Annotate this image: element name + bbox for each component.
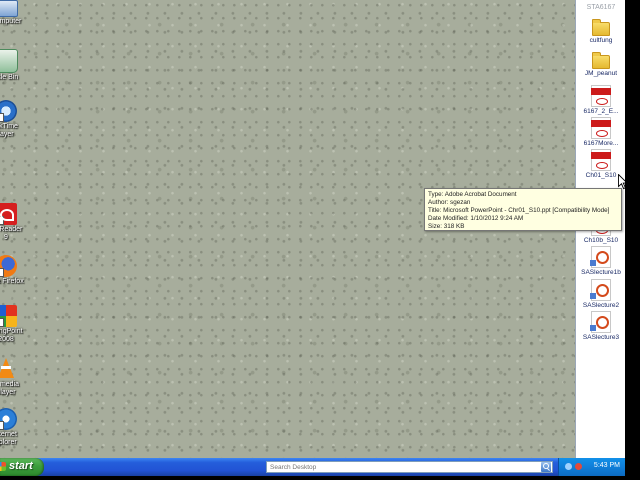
desktop-icon-label: Computer	[0, 18, 22, 25]
desktop-icon-label-line2: xplorer	[0, 439, 17, 446]
clock[interactable]: 5:43 PM	[594, 462, 620, 469]
adobe-reader-icon	[0, 203, 17, 225]
system-tray: 5:43 PM	[558, 458, 626, 476]
quicktime-icon	[0, 100, 17, 122]
internet-explorer-icon	[0, 408, 17, 430]
desktop-icon-firefox[interactable]: zilla Firefox	[0, 255, 34, 286]
ppt-file-icon	[590, 311, 611, 333]
tooltip-size: Size: 318 KB	[428, 223, 465, 230]
start-button[interactable]: start	[0, 458, 44, 476]
file-item-saslecture2[interactable]: SASlecture2	[576, 279, 626, 310]
recycle-bin-icon	[0, 49, 18, 73]
desktop-icon-label: C media	[0, 381, 20, 388]
desktop-icon-computer[interactable]: Computer	[0, 0, 34, 26]
file-item-label: 6167More...	[583, 140, 619, 147]
tooltip-title: Title: Microsoft PowerPoint - Chr01_S10.…	[428, 207, 610, 214]
shortcut-arrow-icon	[0, 318, 4, 327]
file-item-saslecture3[interactable]: SASlecture3	[576, 311, 626, 342]
file-item-label: Ch10b_S10	[583, 237, 619, 244]
desktop-icon-label: be Reader	[0, 226, 23, 233]
screen: Computer ycle Bin ickTime layer be Reade…	[0, 0, 640, 480]
desktop-icon-vlc[interactable]: C media player	[0, 358, 34, 397]
ppt-file-icon	[590, 246, 611, 268]
security-alert-icon[interactable]	[575, 463, 582, 470]
pdf-file-icon	[591, 85, 611, 107]
desktop-icon-label-line2: layer	[0, 131, 14, 138]
desktop-icon-label: ycle Bin	[0, 74, 19, 81]
pdf-file-icon	[591, 117, 611, 139]
file-info-tooltip: Type: Adobe Acrobat Document Author: sge…	[424, 188, 622, 231]
shortcut-arrow-icon	[0, 113, 4, 122]
folder-header: STA6167	[586, 4, 616, 11]
desktop-icon-adobe-reader[interactable]: be Reader 9	[0, 203, 34, 242]
shortcut-arrow-icon	[0, 421, 4, 430]
computer-icon	[0, 0, 18, 17]
desktop-icon-label-line2: player	[0, 389, 16, 396]
file-item-label: 6167_2_E...	[583, 108, 619, 115]
file-item-label: JM_peanut	[584, 70, 618, 77]
desktop-icon-recycle-bin[interactable]: ycle Bin	[0, 49, 34, 82]
tooltip-type: Type: Adobe Acrobat Document	[428, 191, 517, 198]
ppt-file-icon	[590, 279, 611, 301]
screen-edge-bottom	[0, 476, 640, 480]
file-item-saslecture1b[interactable]: SASlecture1b	[576, 246, 626, 277]
desktop-icon-label-line2: 9	[4, 234, 8, 241]
gadget-icon	[0, 305, 17, 327]
desktop-icon-label: nternet	[0, 431, 17, 438]
file-item-label: SASlecture3	[582, 334, 620, 341]
search-icon[interactable]	[541, 462, 551, 472]
folder-icon	[592, 52, 610, 69]
shortcut-arrow-icon	[0, 268, 4, 277]
screen-edge	[625, 0, 640, 480]
file-item-cultfung[interactable]: cultfung	[576, 19, 626, 45]
file-item-6167more[interactable]: 6167More...	[576, 117, 626, 148]
desktop-search-input[interactable]	[267, 462, 540, 472]
firefox-icon	[0, 255, 17, 277]
file-item-jm-peanut[interactable]: JM_peanut	[576, 52, 626, 78]
desktop-icon-label: zilla Firefox	[0, 278, 24, 285]
desktop-icon-internet-explorer[interactable]: nternet xplorer	[0, 408, 34, 447]
desktop-icon-quicktime[interactable]: ickTime layer	[0, 100, 34, 139]
vlc-icon	[0, 358, 14, 380]
desktop-icon-label-line2: 2008	[0, 336, 14, 343]
tooltip-author: Author: sgezan	[428, 199, 471, 206]
file-item-label: cultfung	[589, 37, 613, 44]
tooltip-date-modified: Date Modified: 1/10/2012 9:24 AM	[428, 215, 524, 222]
taskbar: start 5:43 PM	[0, 458, 626, 476]
file-item-label: SASlecture1b	[581, 269, 621, 276]
file-item-6167-2[interactable]: 6167_2_E...	[576, 85, 626, 116]
folder-icon	[592, 19, 610, 36]
desktop-icon-label: ndingPoint	[0, 328, 23, 335]
network-icon[interactable]	[565, 463, 572, 470]
start-button-label: start	[9, 460, 33, 472]
pdf-file-icon	[591, 149, 611, 171]
desktop-icon-gadget[interactable]: ndingPoint 2008	[0, 305, 34, 344]
file-item-label: SASlecture2	[582, 302, 620, 309]
desktop-search-box	[266, 461, 553, 473]
windows-logo-icon	[0, 462, 6, 471]
shortcut-arrow-icon	[0, 216, 4, 225]
desktop-icon-label: ickTime	[0, 123, 18, 130]
